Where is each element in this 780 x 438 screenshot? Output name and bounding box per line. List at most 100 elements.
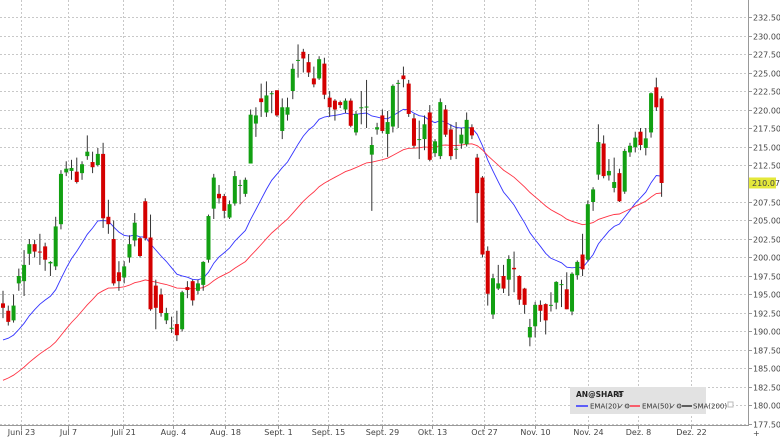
candle-body-up xyxy=(11,305,16,321)
gear-icon[interactable]: ⚙ xyxy=(676,403,682,411)
x-tick-label: Sept. 1 xyxy=(264,428,292,437)
y-tick-label: 195.00 xyxy=(753,291,780,300)
candle-body-down xyxy=(338,102,343,106)
candle xyxy=(559,279,564,308)
candle-body-down xyxy=(101,153,106,219)
candle-body-up xyxy=(506,258,511,280)
y-tick-label: 227.50 xyxy=(753,51,780,60)
candle-body-up xyxy=(22,264,27,282)
candle-body-up xyxy=(211,177,216,209)
candle-body-up xyxy=(364,106,369,108)
candle-body-up xyxy=(606,170,611,176)
candle-body-up xyxy=(64,168,69,173)
candle xyxy=(527,318,532,347)
candle-body-up xyxy=(533,304,538,327)
candle xyxy=(211,173,216,220)
candle-body-up xyxy=(285,107,290,115)
candle xyxy=(238,179,243,205)
candle xyxy=(296,44,301,78)
candle xyxy=(406,79,411,117)
ema20-line xyxy=(2,108,662,341)
candle xyxy=(22,250,27,296)
candle-body-up xyxy=(422,124,427,140)
candle xyxy=(164,307,169,325)
x-tick-label: Nov. 10 xyxy=(520,428,550,437)
candle-body-up xyxy=(438,102,443,157)
candle xyxy=(617,168,622,202)
x-tick-label: Sept. 29 xyxy=(366,428,399,437)
candle-body-down xyxy=(654,87,659,108)
candle-body-up xyxy=(132,222,137,241)
zoom-plus-icon[interactable]: + xyxy=(753,429,760,438)
y-axis: 232.50 230.00 227.50 225.00 222.50 220.00 217.… xyxy=(748,14,780,430)
candle xyxy=(570,272,575,316)
candle xyxy=(285,97,290,121)
candle xyxy=(411,113,416,148)
candle xyxy=(554,281,559,310)
candle xyxy=(16,268,21,291)
candle-body-down xyxy=(306,62,311,73)
y-tick-label: 205.00 xyxy=(753,217,780,226)
candlestick-chart: 232.50 230.00 227.50 225.00 222.50 220.00 217.… xyxy=(0,0,780,438)
candle xyxy=(469,124,474,140)
candle xyxy=(248,109,253,164)
candle xyxy=(264,81,269,117)
candle xyxy=(80,161,85,180)
candle xyxy=(375,122,380,135)
candle xyxy=(606,159,611,181)
candle-body-up xyxy=(317,59,322,79)
candle xyxy=(380,109,385,134)
candle-body-up xyxy=(122,266,127,278)
candle-body-up xyxy=(490,278,495,315)
candle xyxy=(612,157,617,193)
candle xyxy=(27,238,32,265)
y-tick-label: 202.50 xyxy=(753,236,780,245)
candle-body-down xyxy=(332,100,337,110)
candle-body-down xyxy=(659,98,664,183)
gear-icon[interactable]: ⚙ xyxy=(624,403,630,411)
candle xyxy=(522,287,527,314)
candle-body-up xyxy=(180,292,185,330)
candle xyxy=(422,115,427,151)
candle-body-up xyxy=(127,244,132,258)
candle xyxy=(6,305,11,326)
candle-body-up xyxy=(459,134,464,144)
candle-body-up xyxy=(464,119,469,145)
candle-body-down xyxy=(485,250,490,294)
candle-body-up xyxy=(58,173,63,225)
candle xyxy=(58,170,63,230)
checkbox-unchecked[interactable] xyxy=(727,401,734,408)
candle xyxy=(122,261,127,284)
grid xyxy=(0,0,748,425)
y-tick-label: 215.00 xyxy=(753,144,780,153)
candle-body-down xyxy=(137,238,142,257)
candle xyxy=(533,301,538,338)
candle xyxy=(448,124,453,160)
candle xyxy=(159,288,164,317)
candle-body-up xyxy=(238,184,243,186)
candle xyxy=(517,275,522,305)
y-tick-label: 217.50 xyxy=(753,125,780,134)
candle-body-up xyxy=(570,273,575,312)
y-tick-label: 212.50 xyxy=(753,162,780,171)
x-tick-label: Aug. 4 xyxy=(161,428,187,437)
y-tick-label: 190.00 xyxy=(753,328,780,337)
check-icon[interactable]: ✓ xyxy=(670,403,676,411)
gear-icon[interactable]: ⚙ xyxy=(617,391,623,399)
check-icon[interactable]: ✓ xyxy=(618,403,624,411)
candle xyxy=(269,91,274,114)
candle-body-up xyxy=(16,275,21,284)
x-tick-label: Aug. 18 xyxy=(210,428,241,437)
candle xyxy=(438,98,443,160)
legend-label: SMA(200) xyxy=(693,403,727,411)
x-axis: Juni 23 Jul 7 Juli 21 Aug. 4 Aug. 18 Sept. 1 S… xyxy=(7,425,707,437)
candle-body-up xyxy=(95,153,100,165)
candle-body-up xyxy=(269,93,274,95)
candle-body-up xyxy=(264,95,269,113)
candle xyxy=(496,264,501,291)
candle-body-up xyxy=(343,100,348,110)
candles xyxy=(1,44,664,347)
y-tick-label: 197.50 xyxy=(753,273,780,282)
candle-body-down xyxy=(517,275,522,300)
candle xyxy=(148,214,153,311)
